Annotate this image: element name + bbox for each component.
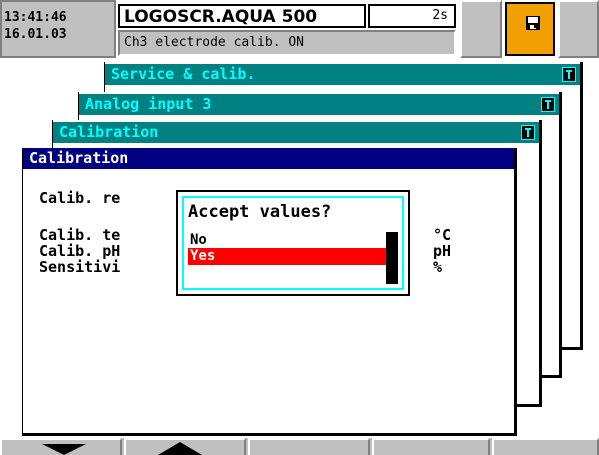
window-title-bar: Analog input 3 bbox=[79, 92, 559, 115]
header-button-blank[interactable] bbox=[460, 0, 502, 58]
date-text: 16.01.03 bbox=[4, 27, 67, 42]
time-text: 13:41:46 bbox=[4, 10, 67, 25]
softkey-down[interactable] bbox=[0, 438, 122, 455]
header-button-right[interactable] bbox=[558, 0, 599, 58]
device-name: LOGOSCR.AQUA 500 bbox=[118, 4, 366, 28]
arrow-up-icon bbox=[158, 442, 202, 455]
window-title: Calibration bbox=[59, 123, 159, 141]
accept-values-dialog: Accept values? No Yes bbox=[176, 190, 410, 296]
save-button[interactable] bbox=[505, 2, 555, 56]
row-label: Calib. re bbox=[39, 189, 121, 207]
dialog-frame: Accept values? No Yes bbox=[182, 196, 404, 290]
row-sensitivity[interactable]: Sensitivi bbox=[39, 258, 120, 276]
window-title: Analog input 3 bbox=[85, 95, 212, 113]
info-icon[interactable] bbox=[541, 97, 555, 112]
dialog-title: Accept values? bbox=[188, 202, 332, 222]
window-title-bar: Calibration bbox=[23, 148, 514, 169]
window-title-bar: Service & calib. bbox=[105, 62, 580, 85]
dialog-scrollbar[interactable] bbox=[386, 232, 398, 284]
floppy-disk-icon bbox=[526, 16, 540, 30]
option-yes[interactable]: Yes bbox=[188, 248, 386, 265]
clock-display: 13:41:46 16.01.03 bbox=[0, 0, 116, 58]
window-title: Service & calib. bbox=[111, 65, 256, 83]
window-title-bar: Calibration bbox=[53, 120, 539, 143]
arrow-down-icon bbox=[42, 444, 86, 455]
info-icon[interactable] bbox=[521, 125, 535, 140]
unit-percent: % bbox=[433, 258, 443, 276]
row-label: Sensitivi bbox=[39, 258, 121, 276]
softkey-4[interactable] bbox=[372, 438, 490, 455]
row-calib-result[interactable]: Calib. re bbox=[39, 189, 120, 207]
window-title: Calibration bbox=[29, 149, 129, 167]
interval-display: 2s bbox=[368, 4, 456, 28]
option-no[interactable]: No bbox=[188, 232, 386, 248]
softkey-up[interactable] bbox=[124, 438, 246, 455]
info-icon[interactable] bbox=[562, 67, 576, 82]
softkey-bar bbox=[0, 438, 599, 455]
header-bar: 13:41:46 16.01.03 LOGOSCR.AQUA 500 2s Ch… bbox=[0, 0, 599, 58]
softkey-3[interactable] bbox=[248, 438, 370, 455]
status-message: Ch3 electrode calib. ON bbox=[118, 30, 456, 56]
softkey-5[interactable] bbox=[492, 438, 599, 455]
